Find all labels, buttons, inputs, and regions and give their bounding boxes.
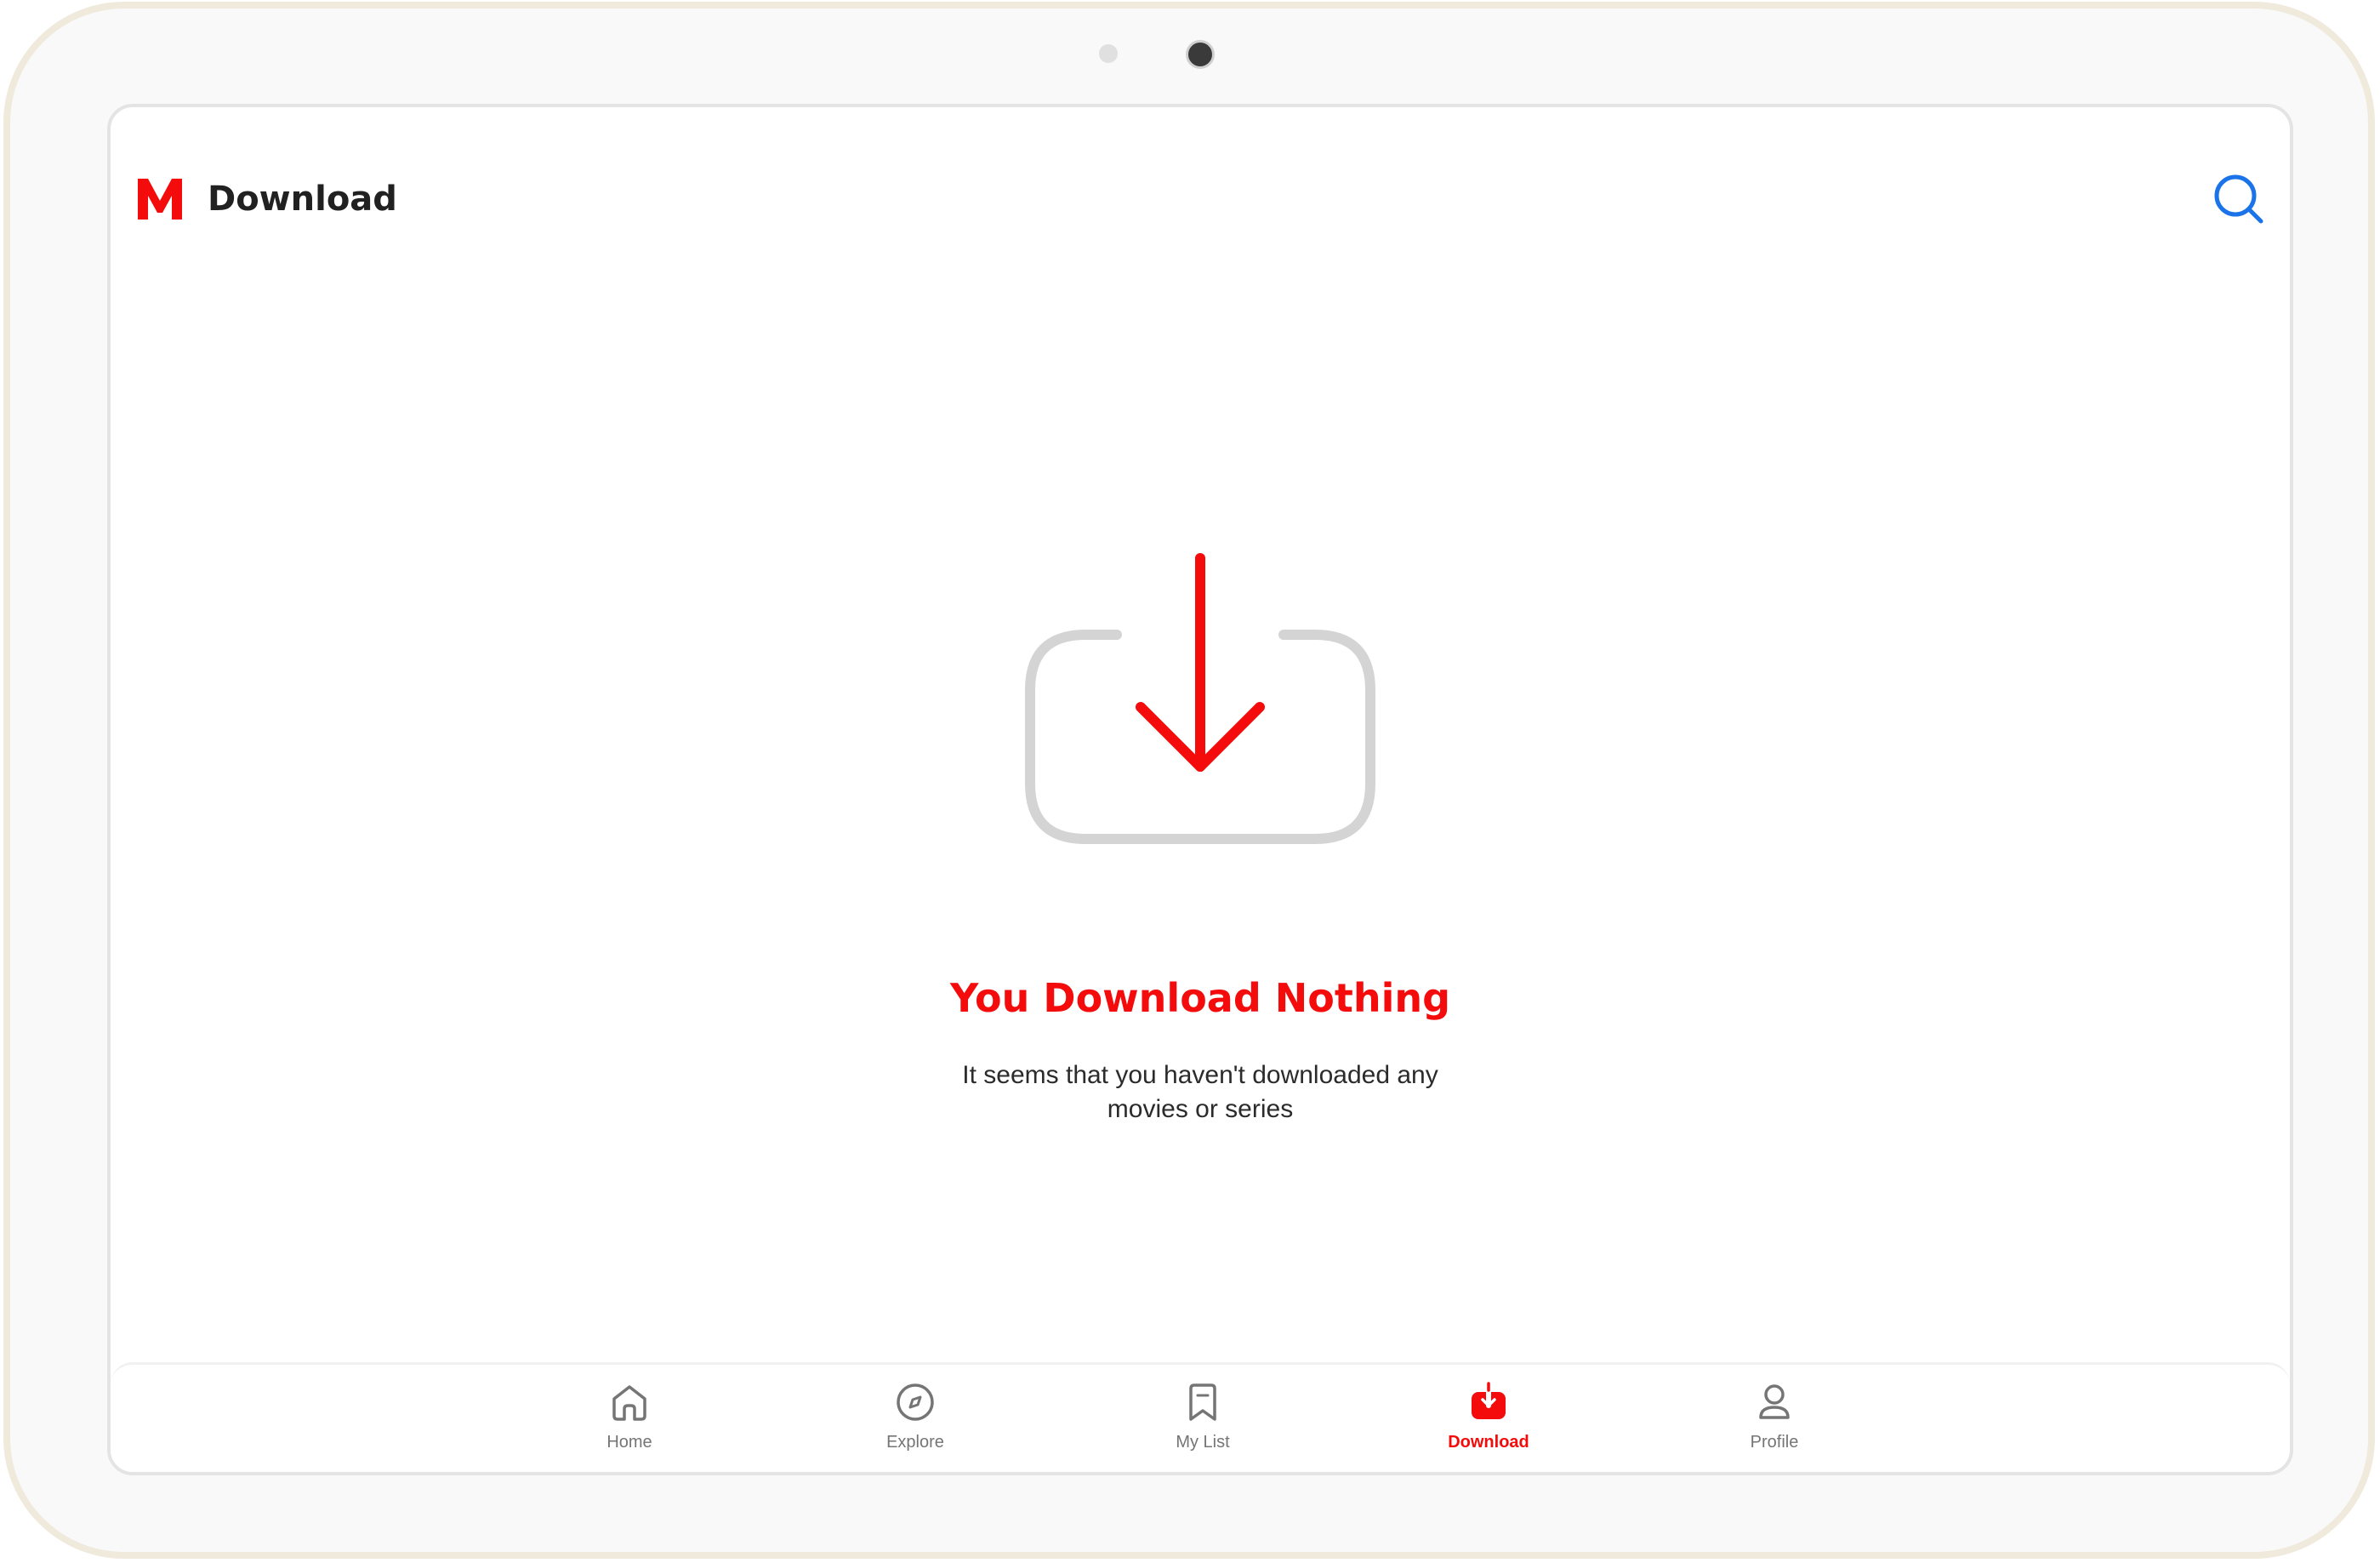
nav-label-explore: Explore <box>886 1433 944 1452</box>
compass-icon <box>897 1383 934 1421</box>
tablet-device-frame: Download You Download Nothing It seems t… <box>3 2 2375 1559</box>
user-icon <box>1759 1384 1790 1419</box>
search-icon[interactable] <box>2212 172 2266 226</box>
empty-state-title: You Download Nothing <box>949 975 1451 1021</box>
nav-item-download[interactable]: Download <box>1412 1380 1565 1452</box>
bookmark-icon <box>1189 1383 1216 1421</box>
empty-state-description: It seems that you haven't downloaded any… <box>962 1061 1438 1123</box>
app-screen: Download You Download Nothing It seems t… <box>107 104 2293 1475</box>
nav-item-home[interactable]: Home <box>553 1380 706 1452</box>
nav-label-my-list: My List <box>1176 1433 1230 1452</box>
nav-label-download: Download <box>1448 1433 1529 1452</box>
nav-label-home: Home <box>606 1433 652 1452</box>
nav-item-my-list[interactable]: My List <box>1126 1380 1279 1452</box>
bottom-navigation-bar: Home Explore My List Download Profile <box>111 1362 2290 1472</box>
nav-item-profile[interactable]: Profile <box>1698 1380 1851 1452</box>
home-icon <box>612 1385 646 1421</box>
download-icon <box>1472 1381 1506 1419</box>
nav-label-profile: Profile <box>1750 1433 1799 1452</box>
nav-item-explore[interactable]: Explore <box>839 1380 992 1452</box>
download-tray-icon <box>1025 553 1375 844</box>
empty-state: You Download Nothing It seems that you h… <box>111 550 2290 1127</box>
netflix-m-logo-icon <box>138 179 182 220</box>
top-app-bar: Download <box>111 107 2290 294</box>
camera-lens <box>1186 40 1215 69</box>
sensor-dot <box>1099 44 1118 63</box>
page-title: Download <box>208 180 397 219</box>
